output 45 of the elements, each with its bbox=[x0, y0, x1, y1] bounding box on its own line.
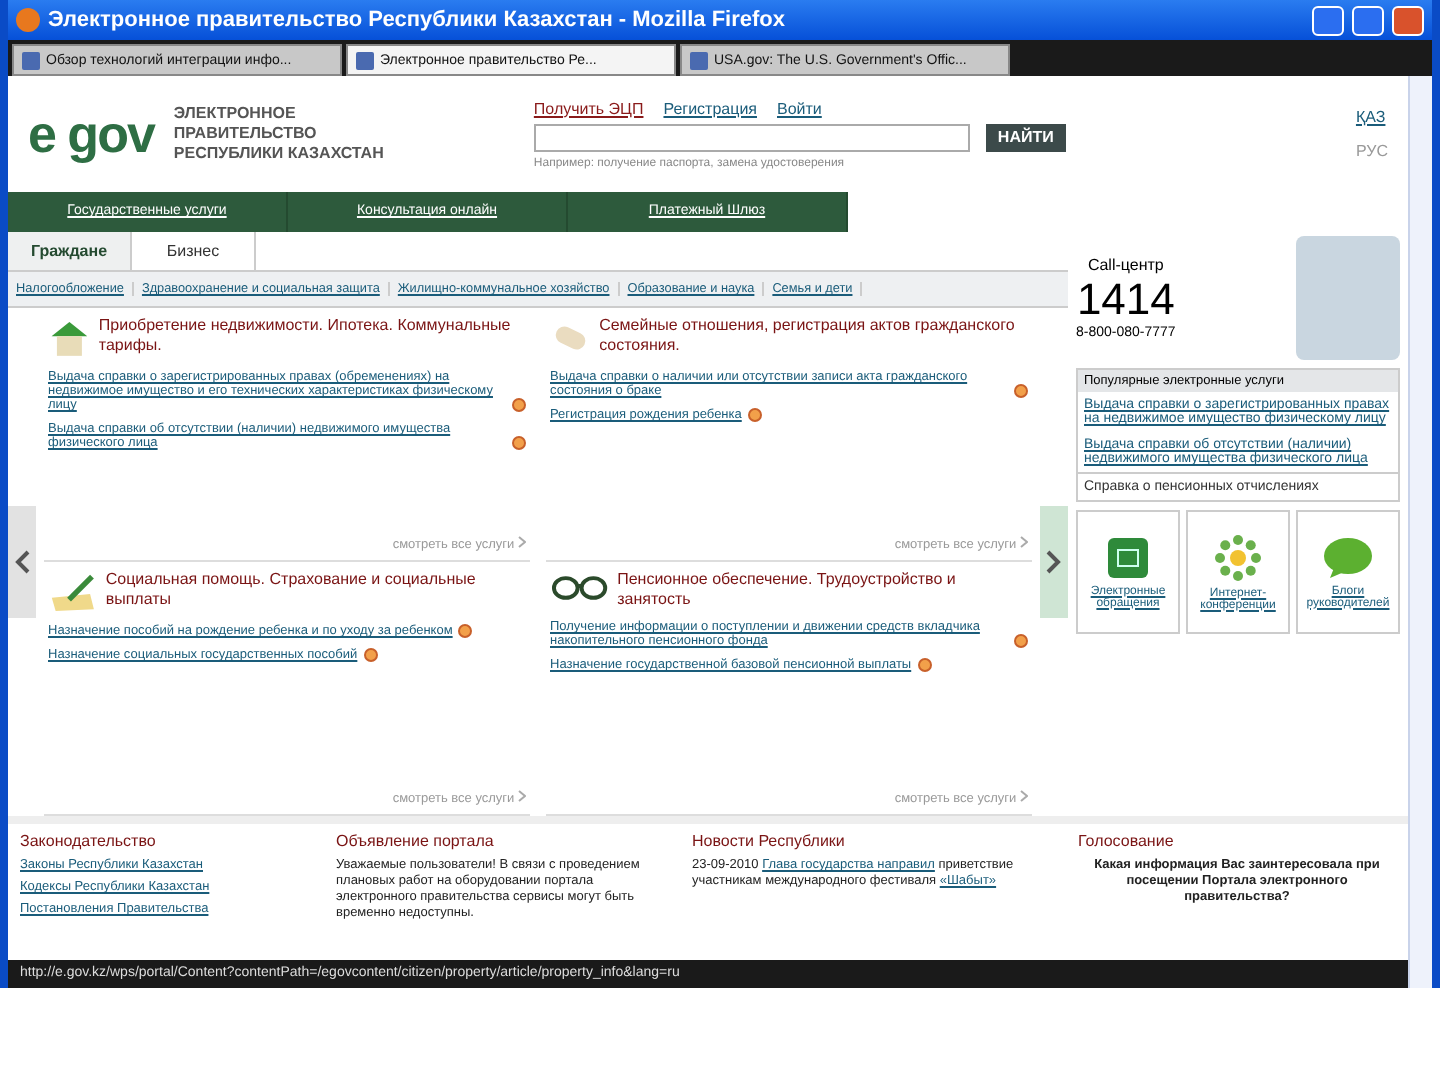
scrollbar[interactable] bbox=[1408, 76, 1432, 988]
category-title: Приобретение недвижимости. Ипотека. Коммунальные тарифы. bbox=[98, 316, 513, 356]
maximize-button[interactable] bbox=[1352, 5, 1384, 35]
close-button[interactable] bbox=[1392, 5, 1424, 35]
search-button[interactable]: НАЙТИ bbox=[985, 123, 1066, 151]
search-field[interactable] bbox=[533, 123, 970, 151]
call-center-number: 1414 bbox=[1076, 274, 1175, 326]
badge-icon bbox=[1014, 384, 1028, 398]
badge-icon bbox=[1014, 634, 1028, 648]
badge-icon bbox=[512, 398, 526, 412]
audience-tab[interactable]: Граждане bbox=[8, 232, 132, 270]
badge-icon bbox=[458, 624, 473, 638]
network-icon bbox=[1214, 533, 1262, 581]
badge-icon bbox=[512, 436, 526, 450]
header-link[interactable]: Регистрация bbox=[663, 99, 757, 117]
category-title: Семейные отношения, регистрация актов гражданского состояния. bbox=[599, 316, 1017, 356]
section-title: Голосование bbox=[1078, 832, 1176, 850]
house-icon bbox=[48, 316, 91, 360]
header-link[interactable]: Получить ЭЦП bbox=[533, 99, 644, 117]
site-icon bbox=[690, 51, 708, 69]
browser-icon bbox=[16, 8, 40, 32]
section-title: Новости Республики bbox=[692, 832, 847, 850]
site-icon bbox=[22, 51, 40, 69]
section-title: Законодательство bbox=[20, 832, 158, 850]
envelope-icon bbox=[1106, 535, 1150, 579]
minimize-button[interactable] bbox=[1312, 5, 1344, 35]
badge-icon bbox=[363, 648, 378, 662]
pen-paper-icon bbox=[48, 570, 98, 614]
site-name: ЭЛЕКТРОННОЕ ПРАВИТЕЛЬСТВО РЕСПУБЛИКИ КАЗАХСТАН bbox=[173, 104, 386, 164]
site-icon bbox=[356, 51, 374, 69]
speech-bubble-icon bbox=[1322, 535, 1374, 579]
site-logo[interactable]: e gov bbox=[28, 103, 154, 165]
badge-icon bbox=[917, 658, 932, 672]
left-chevron-icon bbox=[14, 550, 30, 574]
header-link[interactable]: Войти bbox=[777, 99, 822, 117]
photo-placeholder bbox=[1296, 236, 1400, 360]
window-title: Электронное правительство Республики Казахстан - Mozilla Firefox bbox=[48, 8, 788, 32]
badge-icon bbox=[747, 408, 762, 422]
section-title: Объявление портала bbox=[336, 832, 496, 850]
category-title: Пенсионное обеспечение. Трудоустройство и занятость bbox=[617, 570, 958, 610]
category-title: Социальная помощь. Страхование и социальные выплаты bbox=[105, 570, 478, 610]
glasses-icon bbox=[550, 570, 610, 602]
right-chevron-icon bbox=[1046, 550, 1062, 574]
language-link[interactable]: ҚАЗ bbox=[1355, 108, 1388, 126]
call-center-label: Call-центр bbox=[1087, 256, 1164, 274]
